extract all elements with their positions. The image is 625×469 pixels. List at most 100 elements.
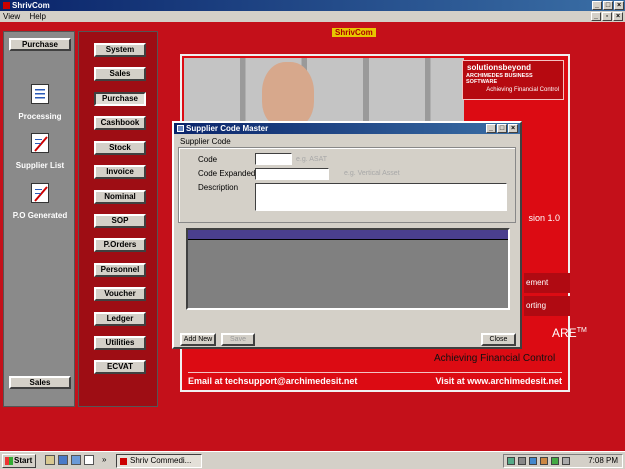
- module-ecvat-button[interactable]: ECVAT: [94, 360, 146, 374]
- company-logo: solutionsbeyond ARCHIMEDES BUSINESS SOFT…: [462, 60, 564, 100]
- tray-icon[interactable]: [529, 457, 537, 465]
- tray-icon[interactable]: [540, 457, 548, 465]
- version-text: sion 1.0: [528, 213, 560, 223]
- document-icon[interactable]: [84, 455, 94, 465]
- maximize-button[interactable]: □: [603, 1, 613, 10]
- splash-photo: [184, 58, 464, 130]
- po-generated-item[interactable]: P.O Generated: [4, 183, 76, 220]
- system-tray: 7:08 PM: [503, 454, 623, 468]
- tray-icon[interactable]: [551, 457, 559, 465]
- code-label: Code: [198, 155, 218, 164]
- taskbar-app-button[interactable]: Shriv Commedi...: [116, 454, 202, 468]
- menubar: View Help _ ▫ ×: [0, 11, 625, 22]
- minimize-button[interactable]: _: [592, 1, 602, 10]
- person-photo: [262, 62, 314, 128]
- support-email: Email at techsupport@archimedesit.net: [188, 376, 358, 386]
- processing-item[interactable]: Processing: [4, 84, 76, 121]
- network-icon[interactable]: [507, 457, 515, 465]
- module-voucher-button[interactable]: Voucher: [94, 287, 146, 301]
- taskbar: Start » Shriv Commedi... 7:08 PM: [0, 451, 625, 469]
- module-porders-button[interactable]: P.Orders: [94, 238, 146, 252]
- splash-menu-fragment: orting: [524, 296, 570, 316]
- module-ledger-button[interactable]: Ledger: [94, 312, 146, 326]
- dialog-controls: _ □ ×: [486, 124, 518, 133]
- supplier-list-item[interactable]: Supplier List: [4, 133, 76, 170]
- module-invoice-button[interactable]: Invoice: [94, 165, 146, 179]
- module-nominal-button[interactable]: Nominal: [94, 190, 146, 204]
- divider: [188, 372, 562, 373]
- taskbar-app-label: Shriv Commedi...: [130, 456, 192, 465]
- clock: 7:08 PM: [588, 456, 618, 465]
- left-panel: Purchase Processing Supplier List P.O Ge…: [3, 31, 75, 407]
- app-icon: [3, 2, 10, 9]
- mdi-restore-button[interactable]: ▫: [602, 12, 612, 21]
- supplier-grid[interactable]: [186, 228, 510, 310]
- module-personnel-button[interactable]: Personnel: [94, 263, 146, 277]
- tray-icon[interactable]: [518, 457, 526, 465]
- splash-brand-fragment: ARETM: [552, 326, 587, 340]
- document-icon: [31, 84, 49, 104]
- mdi-minimize-button[interactable]: _: [591, 12, 601, 21]
- module-sales-button[interactable]: Sales: [94, 67, 146, 81]
- app-icon: [120, 458, 127, 465]
- start-button[interactable]: Start: [2, 454, 36, 468]
- website-link: Visit at www.archimedesit.net: [435, 376, 562, 386]
- window-controls: _ □ ×: [592, 1, 624, 10]
- email-icon[interactable]: [71, 455, 81, 465]
- menu-view[interactable]: View: [3, 12, 20, 21]
- purchase-header-button[interactable]: Purchase: [9, 38, 71, 51]
- module-utilities-button[interactable]: Utilities: [94, 336, 146, 350]
- sales-footer-button[interactable]: Sales: [9, 376, 71, 389]
- module-sop-button[interactable]: SOP: [94, 214, 146, 228]
- supplier-code-dialog: Supplier Code Master _ □ × Supplier Code…: [172, 121, 522, 349]
- app-titlebar: ShrivCom _ □ ×: [0, 0, 625, 11]
- module-system-button[interactable]: System: [94, 43, 146, 57]
- mdi-window-controls: _ ▫ ×: [591, 12, 623, 21]
- processing-label: Processing: [18, 112, 62, 121]
- code-expanded-hint: e.g. Vertical Asset: [344, 170, 400, 177]
- dialog-icon: [177, 125, 184, 132]
- desktop-icon[interactable]: [45, 455, 55, 465]
- module-purchase-button[interactable]: Purchase: [94, 92, 146, 106]
- app-title: ShrivCom: [12, 1, 50, 10]
- supplier-code-group: Code e.g. ASAT Code Expanded e.g. Vertic…: [178, 147, 516, 223]
- save-button[interactable]: Save: [221, 333, 255, 346]
- code-field[interactable]: [255, 153, 292, 165]
- module-panel: System Sales Purchase Cashbook Stock Inv…: [78, 31, 158, 407]
- dialog-close-button[interactable]: ×: [508, 124, 518, 133]
- dialog-minimize-button[interactable]: _: [486, 124, 496, 133]
- chevron-right-icon[interactable]: »: [102, 454, 106, 466]
- supplier-list-label: Supplier List: [15, 161, 65, 170]
- windows-flag-icon: [5, 457, 13, 465]
- code-expanded-label: Code Expanded: [198, 169, 256, 178]
- logo-tagline: Achieving Financial Control: [486, 87, 559, 93]
- module-cashbook-button[interactable]: Cashbook: [94, 116, 146, 130]
- code-hint: e.g. ASAT: [296, 156, 327, 163]
- grid-header: [188, 230, 508, 240]
- close-dialog-button[interactable]: Close: [481, 333, 516, 346]
- logo-name: solutionsbeyond: [467, 63, 531, 72]
- dialog-maximize-button[interactable]: □: [497, 124, 507, 133]
- close-button[interactable]: ×: [614, 1, 624, 10]
- module-stock-button[interactable]: Stock: [94, 141, 146, 155]
- description-field[interactable]: [255, 183, 507, 211]
- volume-icon[interactable]: [562, 457, 570, 465]
- splash-menu-fragment: ement: [524, 273, 570, 293]
- edit-document-icon: [31, 183, 49, 203]
- description-label: Description: [198, 183, 239, 192]
- menu-help[interactable]: Help: [29, 12, 45, 21]
- group-label: Supplier Code: [180, 137, 231, 146]
- dialog-title: Supplier Code Master: [186, 124, 269, 133]
- logo-sub: ARCHIMEDES BUSINESS SOFTWARE: [466, 73, 533, 85]
- splash-label: ShrivCom: [332, 28, 376, 37]
- dialog-titlebar: Supplier Code Master _ □ ×: [174, 123, 520, 134]
- add-new-button[interactable]: Add New: [180, 333, 216, 346]
- edit-document-icon: [31, 133, 49, 153]
- splash-tagline: Achieving Financial Control: [434, 353, 556, 364]
- po-generated-label: P.O Generated: [12, 211, 68, 220]
- start-label: Start: [14, 456, 33, 465]
- mdi-close-button[interactable]: ×: [613, 12, 623, 21]
- code-expanded-field[interactable]: [255, 168, 329, 180]
- brand-fragment-text: ARE: [552, 326, 577, 340]
- browser-icon[interactable]: [58, 455, 68, 465]
